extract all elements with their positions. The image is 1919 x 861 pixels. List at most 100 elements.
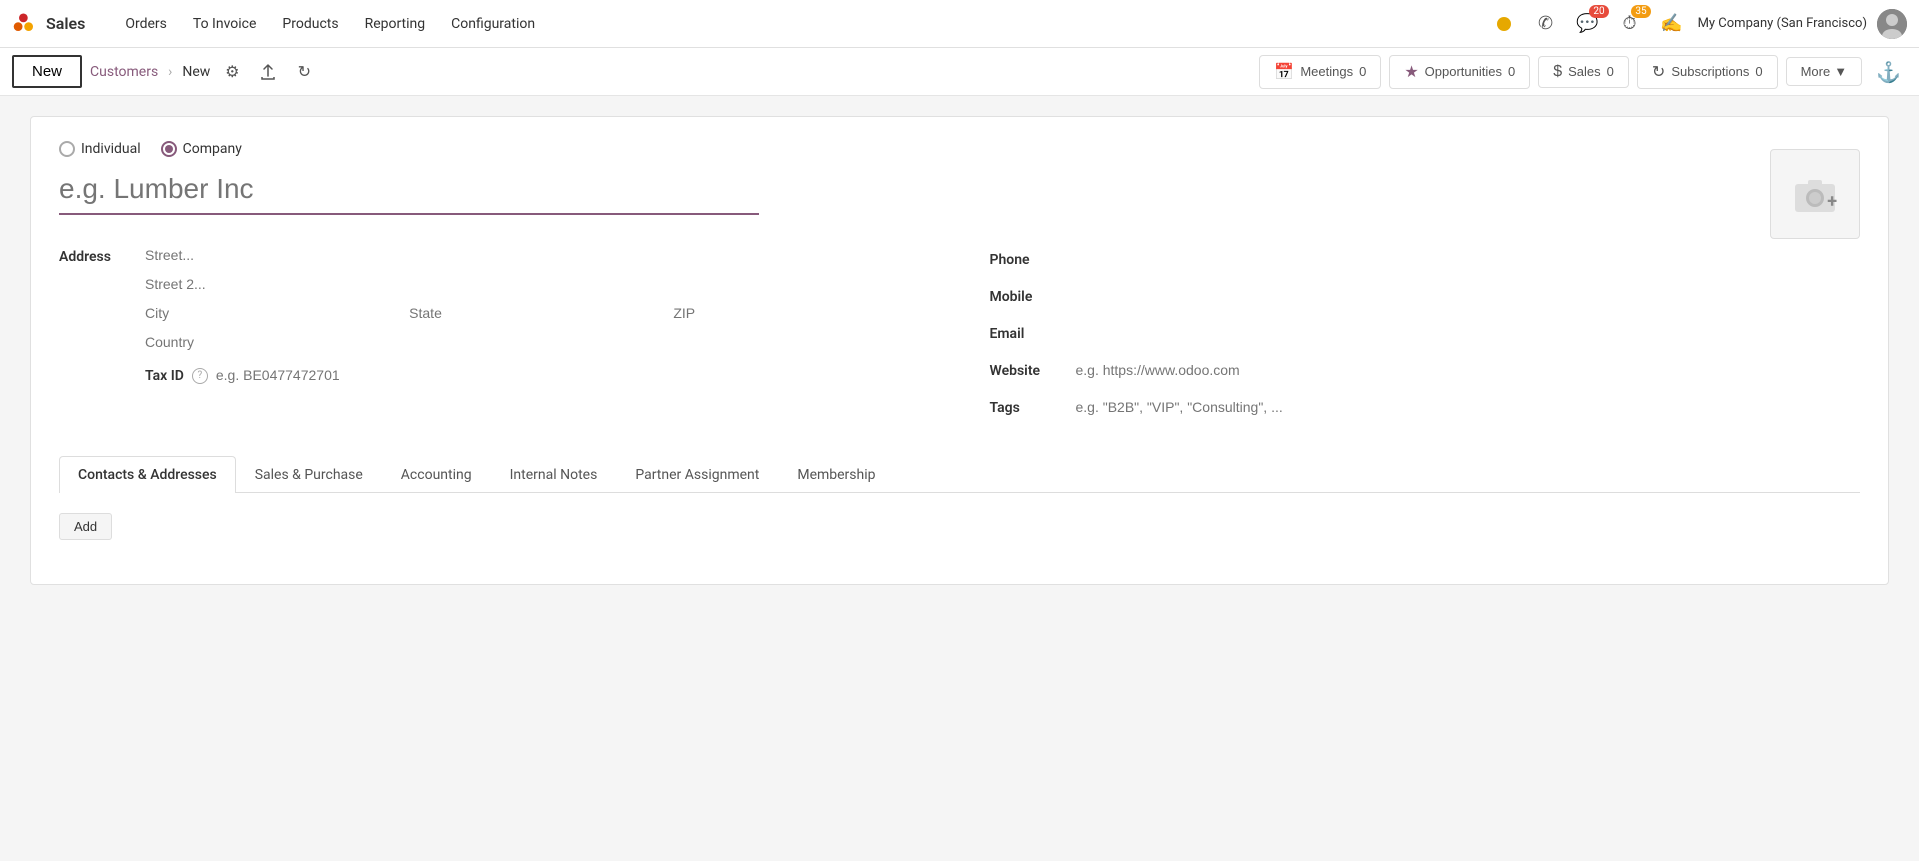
phone-field: Phone [990,247,1861,272]
main-content: Individual Company + [0,96,1919,605]
activity-icon[interactable]: ⏱ 35 [1614,8,1646,40]
company-radio[interactable] [161,141,177,157]
subscriptions-button[interactable]: ↻ Subscriptions 0 [1637,55,1778,89]
sales-count: 0 [1607,64,1614,79]
taxid-input[interactable] [216,363,930,388]
form-tabs: Contacts & Addresses Sales & Purchase Ac… [59,456,1860,493]
form-header: Individual Company + [59,141,1860,243]
dollar-icon: $ [1553,63,1562,81]
action-bar: New Customers › New ⚙ ↻ 📅 Meetings 0 ★ O… [0,48,1919,96]
app-logo[interactable]: Sales [12,10,101,38]
meetings-label: Meetings [1300,64,1353,79]
sales-label: Sales [1568,64,1601,79]
topnav-right-area: ✆ 💬 20 ⏱ 35 ✍ My Company (San Francisco) [1488,8,1907,40]
opportunities-button[interactable]: ★ Opportunities 0 [1389,55,1530,89]
tags-input[interactable] [1076,395,1861,420]
mobile-field: Mobile [990,284,1861,309]
activity-badge: 35 [1631,5,1650,18]
camera-icon: + [1791,174,1839,214]
individual-label: Individual [81,141,141,157]
address-contact-grid: Address Tax ID ? [59,243,1860,432]
discard-icon[interactable]: ↻ [290,58,318,86]
menu-to-invoice[interactable]: To Invoice [181,10,269,38]
menu-configuration[interactable]: Configuration [439,10,547,38]
website-label: Website [990,363,1060,379]
email-input[interactable] [1076,321,1861,346]
subscriptions-label: Subscriptions [1671,64,1749,79]
meetings-count: 0 [1359,64,1366,79]
settings-gear-icon[interactable]: ⚙ [218,58,246,86]
menu-products[interactable]: Products [270,10,350,38]
company-label: Company [183,141,242,157]
city-input[interactable] [145,301,401,326]
mobile-input[interactable] [1076,284,1861,309]
user-avatar[interactable] [1877,9,1907,39]
menu-orders[interactable]: Orders [113,10,179,38]
taxid-row: Tax ID ? [145,363,930,388]
customer-type-selector: Individual Company [59,141,1860,157]
tab-content-contacts: Add [59,493,1860,560]
address-inputs [145,243,930,355]
phone-icon[interactable]: ✆ [1530,8,1562,40]
zip-input[interactable] [673,301,929,326]
new-button[interactable]: New [12,55,82,88]
tags-field: Tags [990,395,1861,420]
email-label: Email [990,326,1060,342]
phone-input[interactable] [1076,247,1861,272]
chat-badge: 20 [1589,5,1608,18]
tab-contacts-addresses[interactable]: Contacts & Addresses [59,456,236,493]
website-field: Website [990,358,1861,383]
odoo-logo-icon [12,10,40,38]
breadcrumb-separator: › [168,64,172,80]
opportunities-label: Opportunities [1425,64,1502,79]
contact-section: Phone Mobile Email Website Tags [990,243,1861,432]
settings-icon[interactable]: ✍ [1656,8,1688,40]
more-chevron-icon: ▼ [1834,64,1847,79]
company-name-input[interactable] [59,169,759,215]
breadcrumb-customers[interactable]: Customers [90,64,158,80]
address-label: Address [59,243,129,265]
email-field: Email [990,321,1861,346]
upload-icon[interactable] [254,58,282,86]
avatar-image [1877,9,1907,39]
tab-internal-notes[interactable]: Internal Notes [491,456,617,493]
tab-sales-purchase[interactable]: Sales & Purchase [236,456,382,493]
street2-input[interactable] [145,272,930,297]
taxid-label: Tax ID [145,368,184,384]
app-title[interactable]: Sales [46,14,85,33]
customer-form: Individual Company + [30,116,1889,585]
tab-accounting[interactable]: Accounting [382,456,491,493]
individual-radio[interactable] [59,141,75,157]
tab-membership[interactable]: Membership [778,456,894,493]
bookmark-icon[interactable]: ⚓ [1870,60,1907,84]
city-state-zip-row [145,301,930,326]
state-input[interactable] [409,301,665,326]
add-contact-button[interactable]: Add [59,513,112,540]
more-button[interactable]: More ▼ [1786,57,1863,86]
calendar-icon: 📅 [1274,62,1294,82]
top-navigation: Sales Orders To Invoice Products Reporti… [0,0,1919,48]
photo-upload-area[interactable]: + [1770,149,1860,239]
chat-icon[interactable]: 💬 20 [1572,8,1604,40]
mobile-label: Mobile [990,289,1060,305]
company-selector[interactable]: My Company (San Francisco) [1698,16,1867,31]
tab-partner-assignment[interactable]: Partner Assignment [616,456,778,493]
company-option[interactable]: Company [161,141,242,157]
country-input[interactable] [145,330,930,355]
individual-option[interactable]: Individual [59,141,141,157]
sales-button[interactable]: $ Sales 0 [1538,56,1629,88]
website-input[interactable] [1076,358,1861,383]
address-field-group: Address [59,243,930,355]
street-input[interactable] [145,243,930,268]
taxid-help-icon[interactable]: ? [192,368,208,384]
star-icon: ★ [1404,62,1418,82]
opportunities-count: 0 [1508,64,1515,79]
address-section: Address Tax ID ? [59,243,930,432]
tags-label: Tags [990,400,1060,416]
refresh-icon: ↻ [1652,62,1665,82]
subscriptions-count: 0 [1755,64,1762,79]
status-indicator[interactable] [1488,8,1520,40]
breadcrumb-current: New [182,64,210,80]
meetings-button[interactable]: 📅 Meetings 0 [1259,55,1381,89]
menu-reporting[interactable]: Reporting [353,10,438,38]
